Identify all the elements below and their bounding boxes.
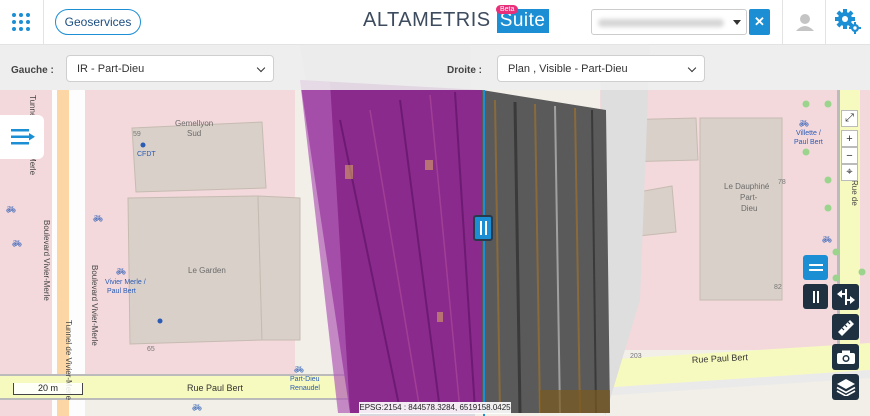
map-canvas: Gemellyon Sud 59 CFDT Le Garden Vivier M… <box>0 45 870 416</box>
right-layer-value: Plan , Visible - Part-Dieu <box>508 63 628 75</box>
ruler-icon <box>837 320 854 336</box>
bike-icon: 🚲︎ <box>6 205 16 214</box>
hamburger-menu-icon <box>11 129 35 145</box>
label-le-dauphine-3: Dieu <box>741 204 757 213</box>
coordinate-readout: EPSG:2154 : 844578.3284, 6519158.0425 <box>359 402 511 414</box>
scale-bar: 20 m <box>13 383 83 395</box>
label-boulevard-vivier-merle: Boulevard Vivier-Merle <box>42 220 51 301</box>
left-layer-select[interactable]: IR - Part-Dieu <box>66 55 274 82</box>
horizontal-split-icon <box>808 263 823 271</box>
label-boulevard-vivier-merle-2: Boulevard Vivier-Merle <box>90 265 99 346</box>
close-project-button[interactable]: ✕ <box>749 9 770 35</box>
geoservices-button[interactable]: Geoservices <box>55 9 141 35</box>
right-layer-label: Droite : <box>447 65 482 76</box>
label-82: 82 <box>774 284 782 291</box>
chevron-down-icon <box>256 63 266 73</box>
measure-tool-button[interactable] <box>832 314 859 340</box>
swipe-arrows-icon <box>836 289 855 305</box>
right-layer-select[interactable]: Plan , Visible - Part-Dieu <box>497 55 705 82</box>
bike-icon: 🚲︎ <box>294 365 304 374</box>
compare-toolbar: Gauche : IR - Part-Dieu Droite : Plan , … <box>0 45 870 90</box>
left-layer-value: IR - Part-Dieu <box>77 63 145 75</box>
project-select[interactable] <box>591 9 747 35</box>
label-cfdt: CFDT <box>137 151 156 158</box>
bike-icon: 🚲︎ <box>116 267 126 276</box>
label-203: 203 <box>630 353 642 360</box>
swipe-splitter-handle[interactable] <box>473 215 493 241</box>
gear-icon[interactable] <box>826 0 870 45</box>
map-view[interactable]: Gemellyon Sud 59 CFDT Le Garden Vivier M… <box>0 45 870 416</box>
vertical-split-icon <box>812 290 819 303</box>
label-rue-de: Rue de <box>850 180 859 206</box>
bike-icon: 🚲︎ <box>822 235 832 244</box>
layers-icon <box>836 379 855 396</box>
screenshot-button[interactable] <box>832 344 859 370</box>
bike-icon: 🚲︎ <box>192 403 202 412</box>
user-icon[interactable] <box>782 0 826 45</box>
label-part-dieu-renaudel-1: Part-Dieu <box>290 376 320 383</box>
label-78: 78 <box>778 179 786 186</box>
label-65: 65 <box>147 346 155 353</box>
layers-button[interactable] <box>832 374 859 400</box>
label-le-garden: Le Garden <box>188 266 226 275</box>
swipe-tool-button[interactable] <box>832 284 859 310</box>
label-le-dauphine-1: Le Dauphiné <box>724 182 770 191</box>
left-layer-label: Gauche : <box>11 65 54 76</box>
horizontal-split-button[interactable] <box>803 255 828 280</box>
zoom-out-button[interactable]: − <box>841 147 858 164</box>
label-part-dieu-renaudel-2: Renaudel <box>290 385 320 392</box>
bike-icon: 🚲︎ <box>12 239 22 248</box>
label-villette-1: Villette / <box>796 130 821 137</box>
label-rue-paul-bert-left: Rue Paul Bert <box>187 383 244 393</box>
label-villette-2: Paul Bert <box>794 139 823 146</box>
label-le-dauphine-2: Part- <box>740 193 758 202</box>
chevron-down-icon <box>687 63 697 73</box>
label-gemellyon: Gemellyon <box>175 119 213 128</box>
vertical-split-button[interactable] <box>803 284 828 309</box>
beta-badge: Beta <box>496 5 519 14</box>
locate-icon[interactable]: ⌖ <box>841 164 858 181</box>
bike-icon: 🚲︎ <box>799 119 809 128</box>
apps-grid-icon[interactable] <box>0 0 44 45</box>
project-select-blurred-value <box>598 19 724 27</box>
altametris-logo: ALTAMETRIS Suite <box>363 9 549 39</box>
fullscreen-icon[interactable]: ⤢ <box>841 110 858 127</box>
zoom-in-button[interactable]: + <box>841 130 858 147</box>
bike-icon: 🚲︎ <box>93 214 103 223</box>
label-vivier-merle-bus: Vivier Merle / <box>105 279 146 286</box>
chevron-down-icon <box>733 20 741 25</box>
app-header: Geoservices ALTAMETRIS Suite Beta ✕ <box>0 0 870 45</box>
label-paul-bert-bus: Paul Bert <box>107 288 136 295</box>
label-59: 59 <box>133 131 141 138</box>
label-gemellyon-sud: Sud <box>187 129 201 138</box>
menu-toggle-button[interactable] <box>0 115 44 159</box>
camera-icon <box>836 350 855 364</box>
